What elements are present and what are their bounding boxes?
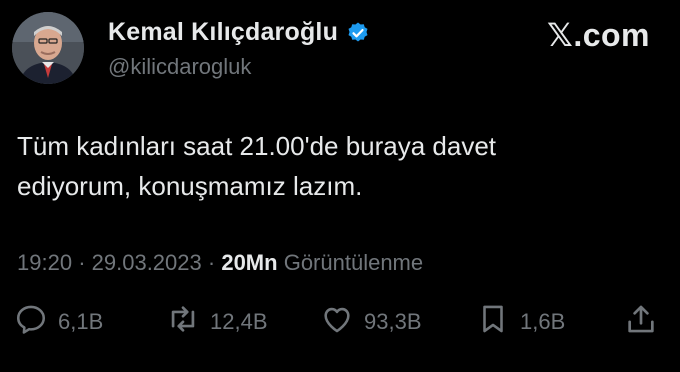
reply-icon xyxy=(14,302,48,341)
share-icon xyxy=(624,302,658,341)
tweet-text-line: Tüm kadınları saat 21.00'de buraya davet xyxy=(17,131,497,161)
tweet-text-line: ediyorum, konuşmamız lazım. xyxy=(17,171,363,201)
heart-icon xyxy=(320,302,354,341)
share-button[interactable] xyxy=(624,302,658,341)
avatar[interactable] xyxy=(12,12,84,84)
separator-dot: · xyxy=(78,250,92,275)
tweet-time[interactable]: 19:20 xyxy=(17,250,72,275)
views-count: 20Mn xyxy=(221,250,278,275)
tweet-header: Kemal Kılıçdaroğlu @kilicdarogluk 𝕏.com xyxy=(12,8,668,86)
tweet-text: Tüm kadınları saat 21.00'de buraya davet… xyxy=(17,126,657,206)
reply-count: 6,1B xyxy=(58,308,104,334)
bookmark-icon xyxy=(476,302,510,341)
views-label: Görüntülenme xyxy=(283,250,424,275)
like-button[interactable]: 93,3B xyxy=(320,302,422,341)
separator-dot: · xyxy=(207,250,222,275)
bookmark-count: 1,6B xyxy=(520,308,566,334)
avatar-image xyxy=(12,12,84,84)
tweet-meta: 19:20 · 29.03.2023 · 20Mn Görüntülenme xyxy=(17,250,423,276)
x-logo: 𝕏.com xyxy=(547,17,650,53)
reply-button[interactable]: 6,1B xyxy=(14,302,103,341)
retweet-count: 12,4B xyxy=(210,308,268,334)
tweet-actions: 6,1B 12,4B 93,3B 1,6B xyxy=(12,302,662,346)
tweet-date[interactable]: 29.03.2023 xyxy=(92,250,202,275)
bookmark-button[interactable]: 1,6B xyxy=(476,302,565,341)
verified-badge-icon xyxy=(346,21,370,45)
like-count: 93,3B xyxy=(364,308,422,334)
display-name[interactable]: Kemal Kılıçdaroğlu xyxy=(108,18,338,47)
retweet-button[interactable]: 12,4B xyxy=(166,302,268,341)
retweet-icon xyxy=(166,302,200,341)
user-handle[interactable]: @kilicdarogluk xyxy=(108,54,251,80)
